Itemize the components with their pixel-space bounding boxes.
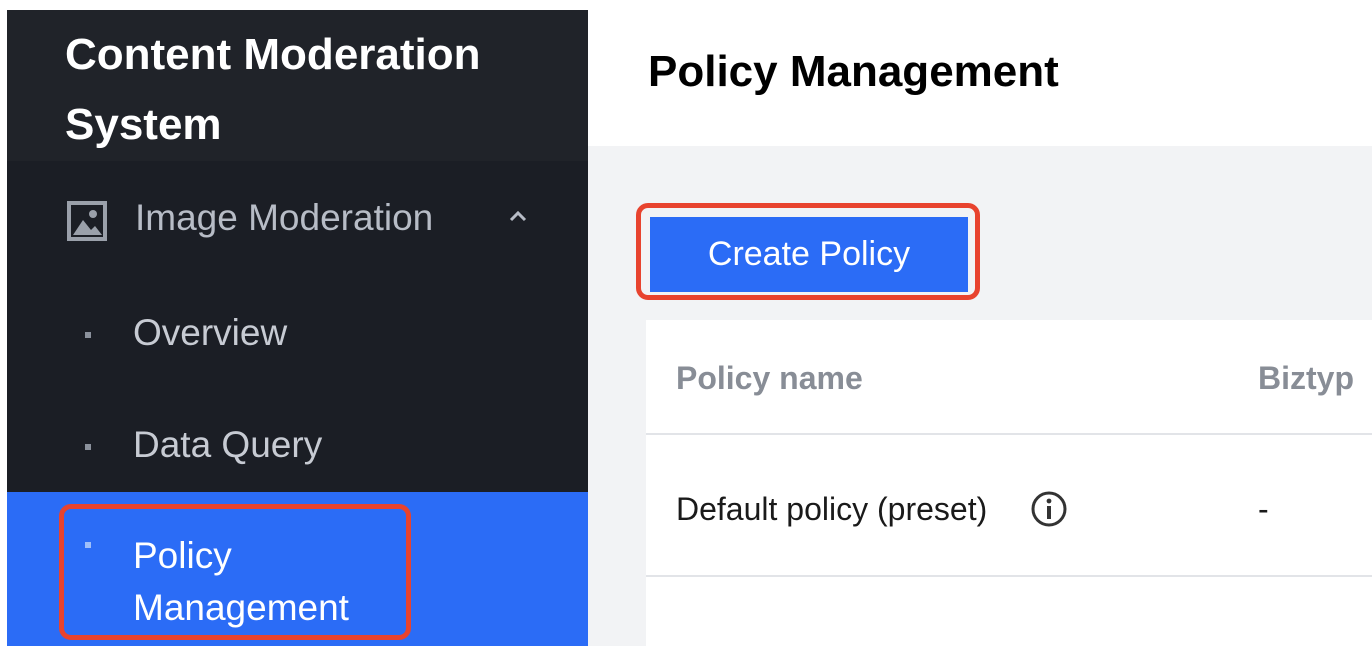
policy-table: Policy name Biztyp Default policy (prese…: [646, 320, 1372, 646]
highlight-annotation: [59, 504, 411, 640]
page-header: Policy Management: [588, 10, 1372, 146]
image-icon: [67, 201, 107, 241]
bullet-icon: [85, 444, 91, 450]
column-header-biztype: Biztyp: [1258, 360, 1354, 396]
highlight-annotation: Create Policy: [636, 203, 980, 300]
app-title: Content Moderation System: [65, 20, 588, 160]
app-title-line2: System: [65, 100, 222, 149]
table-row[interactable]: Default policy (preset) -: [646, 437, 1372, 577]
sidebar-item-data-query[interactable]: Data Query: [7, 422, 588, 482]
info-icon[interactable]: [1030, 490, 1068, 528]
sidebar-header: Content Moderation System: [7, 10, 588, 161]
page-title: Policy Management: [648, 47, 1059, 96]
create-policy-button[interactable]: Create Policy: [650, 217, 968, 292]
cell-biztype: -: [1258, 491, 1269, 527]
sidebar-item-overview[interactable]: Overview: [7, 310, 588, 370]
nav-group-image-moderation[interactable]: Image Moderation: [7, 191, 588, 243]
nav-group-label: Image Moderation: [135, 197, 434, 238]
column-header-policy-name: Policy name: [676, 360, 863, 396]
sidebar: Content Moderation System Image Moderati…: [7, 10, 588, 646]
sidebar-item-label: Data Query: [133, 424, 323, 465]
cell-policy-name: Default policy (preset): [676, 491, 988, 527]
chevron-up-icon[interactable]: [507, 209, 529, 223]
table-header: Policy name Biztyp: [646, 320, 1372, 435]
bullet-icon: [85, 332, 91, 338]
sidebar-item-label: Overview: [133, 312, 288, 353]
app-title-line1: Content Moderation: [65, 30, 481, 79]
sidebar-item-policy-management[interactable]: Policy Management: [7, 492, 588, 646]
main-content: Policy Management Create Policy Policy n…: [588, 10, 1372, 646]
